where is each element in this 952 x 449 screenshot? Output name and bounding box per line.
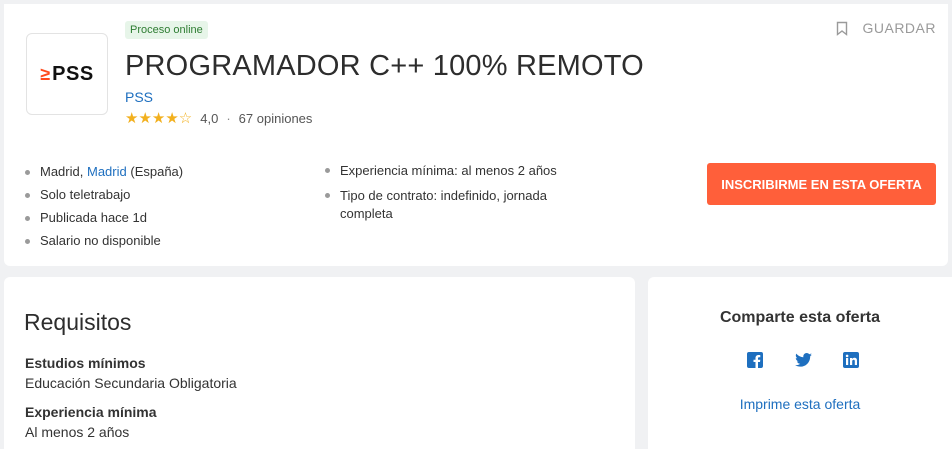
job-header-card: ≥ PSS Proceso online PROGRAMADOR C++ 100… xyxy=(4,4,948,266)
company-rating: ★★★★☆ 4,0 · 67 opiniones xyxy=(125,109,312,127)
studies-value: Educación Secundaria Obligatoria xyxy=(25,375,237,391)
requirements-heading: Requisitos xyxy=(24,309,132,335)
facebook-icon[interactable] xyxy=(746,351,764,369)
location-item: Madrid, Madrid (España) xyxy=(25,160,183,183)
print-offer-link[interactable]: Imprime esta oferta xyxy=(648,396,952,412)
separator-dot: · xyxy=(226,110,231,126)
apply-button[interactable]: INSCRIBIRME EN ESTA OFERTA xyxy=(707,163,936,205)
experience-item: Experiencia mínima: al menos 2 años xyxy=(325,160,575,180)
linkedin-icon[interactable] xyxy=(842,351,860,369)
share-heading: Comparte esta oferta xyxy=(719,309,881,326)
company-link[interactable]: PSS xyxy=(125,89,153,105)
published-item: Publicada hace 1d xyxy=(25,206,183,229)
share-card: Comparte esta oferta Imprime esta oferta xyxy=(648,277,952,449)
salary-item: Salario no disponible xyxy=(25,229,183,252)
rating-value: 4,0 xyxy=(200,110,219,126)
logo-text: PSS xyxy=(52,62,94,85)
contract-item: Tipo de contrato: indefinido, jornada co… xyxy=(325,185,575,223)
requirements-card: Requisitos Estudios mínimos Educación Se… xyxy=(4,277,635,449)
bookmark-icon xyxy=(837,21,848,36)
save-button[interactable]: GUARDAR xyxy=(836,20,936,36)
rating-stars-icon: ★★★★☆ xyxy=(125,110,193,127)
pss-logo-mark-icon: ≥ xyxy=(40,63,51,84)
twitter-icon[interactable] xyxy=(794,351,812,369)
location-link[interactable]: Madrid xyxy=(87,164,127,179)
experience-value: Al menos 2 años xyxy=(25,424,130,440)
social-icons xyxy=(746,351,860,369)
studies-label: Estudios mínimos xyxy=(25,355,146,371)
opinions-link[interactable]: 67 opiniones xyxy=(239,111,313,126)
save-label: GUARDAR xyxy=(862,20,936,36)
job-title: PROGRAMADOR C++ 100% REMOTO xyxy=(125,50,644,82)
job-conditions-list: Experiencia mínima: al menos 2 años Tipo… xyxy=(325,160,575,228)
experience-label: Experiencia mínima xyxy=(25,404,157,420)
online-process-badge: Proceso online xyxy=(125,21,208,39)
remote-item: Solo teletrabajo xyxy=(25,183,183,206)
company-logo[interactable]: ≥ PSS xyxy=(26,33,108,115)
job-details-list: Madrid, Madrid (España) Solo teletrabajo… xyxy=(25,160,183,252)
